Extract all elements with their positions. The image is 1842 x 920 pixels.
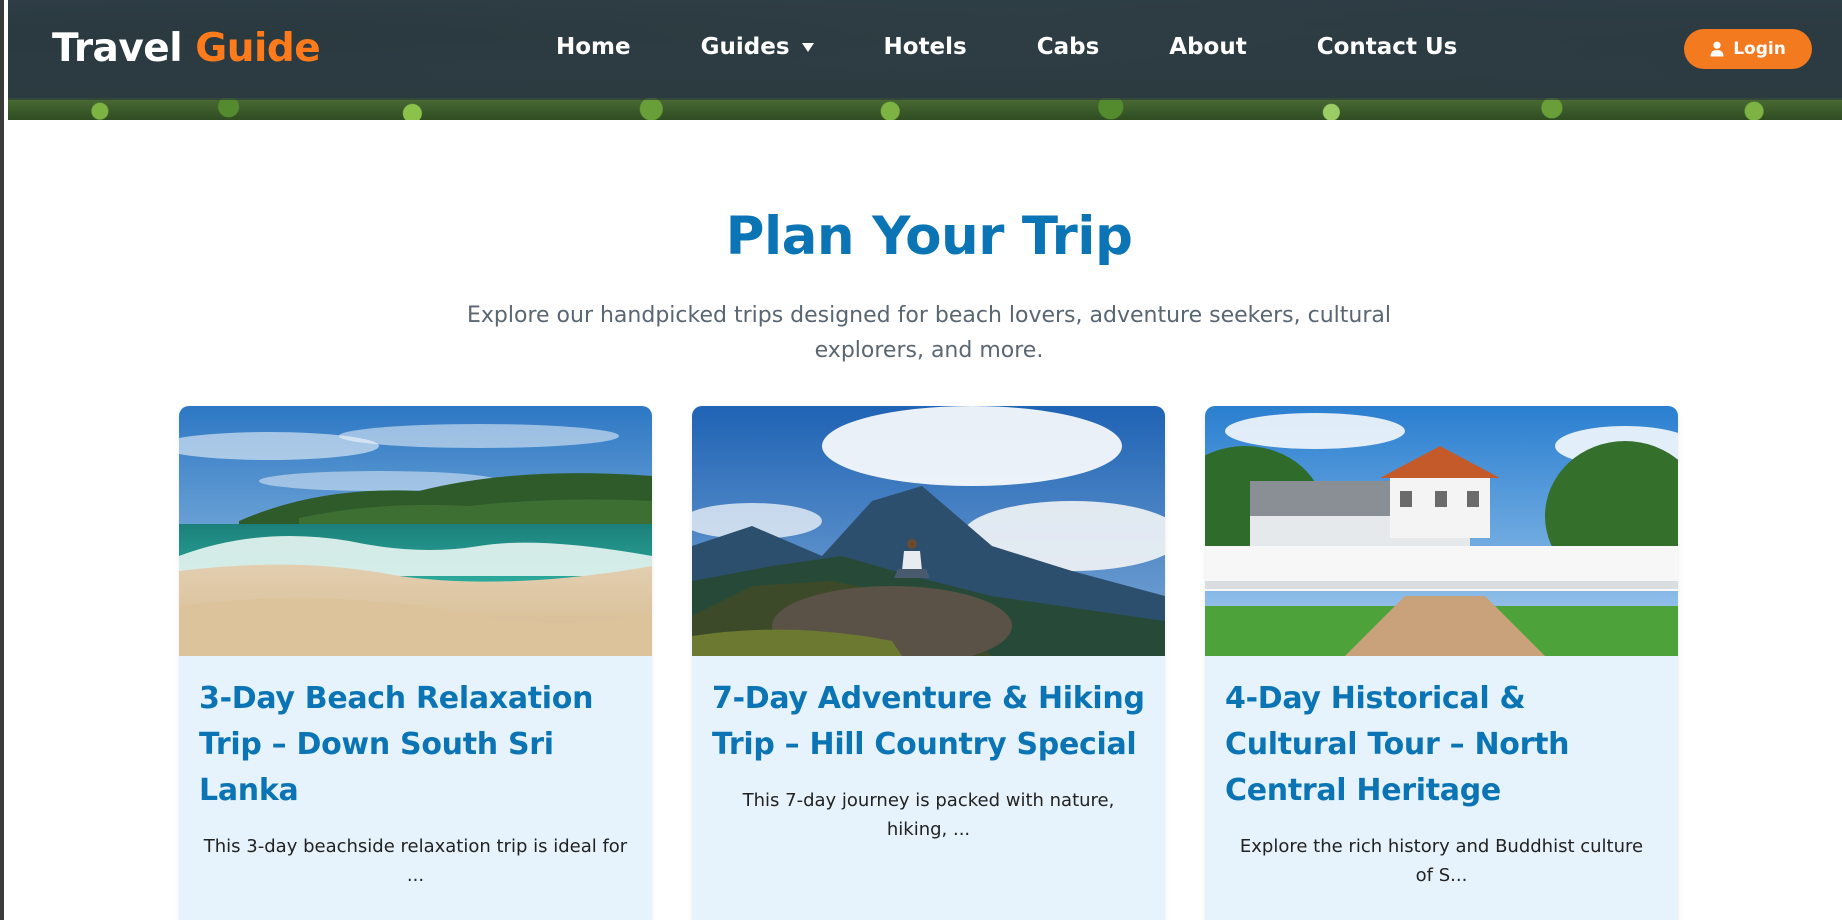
main-nav: Home Guides Hotels Cabs About Contact Us	[556, 34, 1457, 60]
header-foliage	[8, 98, 1842, 120]
card-title[interactable]: 4-Day Historical & Cultural Tour – North…	[1225, 676, 1658, 814]
page-subtitle: Explore our handpicked trips designed fo…	[467, 303, 1391, 363]
chevron-down-icon	[801, 42, 814, 52]
card-body: 7-Day Adventure & Hiking Trip – Hill Cou…	[692, 656, 1165, 844]
nav-contact-link[interactable]: Contact Us	[1317, 34, 1458, 60]
card-title[interactable]: 7-Day Adventure & Hiking Trip – Hill Cou…	[712, 676, 1145, 768]
hiking-image	[692, 406, 1165, 656]
trip-card-hiking[interactable]: 7-Day Adventure & Hiking Trip – Hill Cou…	[692, 406, 1165, 920]
beach-image	[179, 406, 652, 656]
nav-guides-dropdown[interactable]: Guides	[701, 34, 814, 60]
site-logo[interactable]: Travel Guide	[52, 26, 321, 71]
card-title[interactable]: 3-Day Beach Relaxation Trip – Down South…	[199, 676, 632, 814]
page-title: Plan Your Trip	[725, 206, 1133, 267]
nav-about-link[interactable]: About	[1169, 34, 1246, 60]
login-button[interactable]: Login	[1684, 29, 1812, 69]
logo-text-accent: Guide	[195, 26, 321, 71]
nav-cabs-link[interactable]: Cabs	[1037, 34, 1100, 60]
login-label: Login	[1733, 39, 1786, 59]
temple-image	[1205, 406, 1678, 656]
card-description: This 7-day journey is packed with nature…	[742, 790, 1115, 840]
logo-text-main: Travel	[52, 26, 183, 71]
nav-home-link[interactable]: Home	[556, 34, 631, 60]
card-description: Explore the rich history and Buddhist cu…	[1239, 836, 1644, 886]
trip-card-heritage[interactable]: 4-Day Historical & Cultural Tour – North…	[1205, 406, 1678, 920]
nav-guides-label: Guides	[700, 34, 790, 60]
nav-bar: Travel Guide Home Guides Hotels Cabs Abo…	[8, 0, 1842, 100]
nav-hotels-link[interactable]: Hotels	[884, 34, 967, 60]
card-body: 3-Day Beach Relaxation Trip – Down South…	[179, 656, 652, 890]
trip-card-beach[interactable]: 3-Day Beach Relaxation Trip – Down South…	[179, 406, 652, 920]
card-description: This 3-day beachside relaxation trip is …	[203, 836, 628, 886]
card-body: 4-Day Historical & Cultural Tour – North…	[1205, 656, 1678, 890]
page: Travel Guide Home Guides Hotels Cabs Abo…	[0, 0, 1842, 920]
trip-card-list: 3-Day Beach Relaxation Trip – Down South…	[179, 406, 1678, 920]
user-icon	[1710, 41, 1724, 57]
